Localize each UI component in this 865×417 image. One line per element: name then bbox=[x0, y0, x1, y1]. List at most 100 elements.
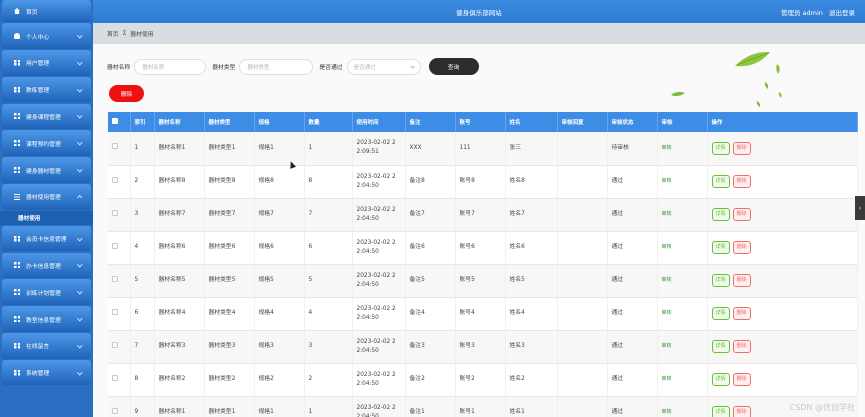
audit-link[interactable]: 审核 bbox=[662, 178, 672, 184]
row-select-cell[interactable] bbox=[108, 231, 131, 265]
detail-button[interactable]: 详情 bbox=[711, 373, 730, 386]
table-row[interactable]: 4 器材名称6 器材类型6 规格6 6 2023-02-02 2 2:04:50 备注6 账号… bbox=[108, 231, 858, 265]
detail-button[interactable]: 详情 bbox=[711, 274, 730, 287]
table-row[interactable]: 6 器材名称4 器材类型4 规格4 4 2023-02-02 2 2:04:50 备注4 账号… bbox=[108, 297, 858, 331]
delete-button[interactable]: 删除 bbox=[732, 241, 751, 254]
sidebar-item[interactable]: 健身课程管理 bbox=[2, 103, 91, 130]
row-checkbox[interactable] bbox=[112, 275, 118, 282]
cell-name: 器材名称8 bbox=[154, 165, 205, 199]
cell-person: 姓名5 bbox=[505, 264, 558, 298]
sidebar-item[interactable]: 教室信息管理 bbox=[2, 306, 91, 332]
sidebar-item[interactable]: 训练计划管理 bbox=[2, 279, 91, 305]
search-button[interactable]: 查询 bbox=[428, 58, 479, 75]
row-select-cell[interactable] bbox=[108, 165, 131, 199]
cell-qty: 8 bbox=[304, 165, 353, 199]
row-checkbox[interactable] bbox=[112, 308, 118, 315]
cell-account: 账号8 bbox=[455, 165, 506, 199]
batch-delete-button[interactable]: 删除 bbox=[109, 85, 144, 102]
row-checkbox[interactable] bbox=[112, 407, 118, 414]
delete-button[interactable]: 删除 bbox=[732, 175, 751, 188]
cell-reply bbox=[557, 198, 608, 232]
sidebar-item[interactable]: 首页 bbox=[2, 0, 91, 22]
row-select-cell[interactable] bbox=[108, 264, 131, 298]
table-row[interactable]: 7 器材名称3 器材类型3 规格3 3 2023-02-02 2 2:04:50 备注3 账号… bbox=[108, 330, 858, 364]
sidebar-item[interactable]: 在线留言 bbox=[2, 333, 91, 359]
audit-link[interactable]: 审核 bbox=[662, 277, 672, 283]
cell-account: 111 bbox=[455, 132, 506, 166]
row-select-cell[interactable] bbox=[108, 297, 131, 331]
delete-button[interactable]: 删除 bbox=[732, 307, 751, 320]
row-select-cell[interactable] bbox=[108, 198, 131, 232]
sidebar-item[interactable]: 教练管理 bbox=[2, 76, 91, 103]
sidebar-item-label: 教练管理 bbox=[26, 88, 50, 95]
sidebar-item-label: 办卡信息管理 bbox=[26, 263, 61, 270]
audit-link[interactable]: 审核 bbox=[662, 310, 672, 316]
row-select-cell[interactable] bbox=[108, 396, 131, 417]
name-input[interactable]: 器材名称 bbox=[134, 58, 207, 75]
detail-button[interactable]: 详情 bbox=[711, 406, 730, 417]
row-select-cell[interactable] bbox=[108, 330, 131, 364]
row-select-cell[interactable] bbox=[108, 132, 131, 166]
sidebar-item[interactable]: 会员卡信息管理 bbox=[2, 225, 91, 252]
row-checkbox[interactable] bbox=[112, 374, 118, 381]
cell-person: 姓名2 bbox=[505, 363, 558, 397]
delete-button[interactable]: 删除 bbox=[732, 373, 751, 386]
table-row[interactable]: 5 器材名称5 器材类型5 规格5 5 2023-02-02 2 2:04:50 备注5 账号… bbox=[108, 264, 858, 298]
row-checkbox[interactable] bbox=[112, 176, 118, 183]
sidebar-item[interactable]: 用户管理 bbox=[2, 50, 91, 76]
row-checkbox[interactable] bbox=[112, 341, 118, 348]
cell-account: 账号7 bbox=[455, 198, 506, 232]
side-collapse-tab[interactable]: ‹ bbox=[855, 196, 865, 220]
delete-button[interactable]: 删除 bbox=[732, 340, 751, 353]
sidebar-item[interactable]: 健身器材管理 bbox=[2, 157, 91, 183]
table-row[interactable]: 2 器材名称8 器材类型8 规格8 8 2023-02-02 2 2:04:50 备注8 账号… bbox=[108, 165, 858, 199]
table-row[interactable]: 3 器材名称7 器材类型7 规格7 7 2023-02-02 2 2:04:50 备注7 账号… bbox=[108, 198, 858, 232]
logout-link[interactable]: 退出登录 bbox=[829, 9, 855, 17]
delete-button[interactable]: 删除 bbox=[732, 141, 751, 155]
table-row[interactable]: 9 器材名称1 器材类型1 规格1 1 2023-02-02 2 2:04:50 备注1 账号… bbox=[108, 396, 858, 417]
sidebar-item[interactable]: 个人中心 bbox=[2, 23, 91, 49]
table-row[interactable]: 8 器材名称2 器材类型2 规格2 2 2023-02-02 2 2:04:50 备注2 账号… bbox=[108, 363, 858, 397]
row-checkbox[interactable] bbox=[112, 242, 118, 249]
audit-link[interactable]: 审核 bbox=[662, 376, 672, 382]
detail-button[interactable]: 详情 bbox=[711, 175, 730, 188]
audit-link[interactable]: 审核 bbox=[662, 343, 672, 349]
chevron-down-icon bbox=[76, 59, 82, 65]
table-row[interactable]: 1 器材名称1 器材类型1 规格1 1 2023-02-02 2 2:09:51 XXX 11… bbox=[108, 132, 858, 166]
audit-link[interactable]: 审核 bbox=[662, 244, 672, 250]
row-checkbox[interactable] bbox=[112, 143, 118, 150]
detail-button[interactable]: 详情 bbox=[711, 141, 730, 155]
name-label: 器材名称 bbox=[107, 65, 131, 71]
delete-button[interactable]: 删除 bbox=[732, 274, 751, 287]
column-header: 索引 bbox=[130, 112, 155, 132]
pass-select[interactable]: 是否通过 bbox=[346, 58, 421, 75]
delete-button[interactable]: 删除 bbox=[732, 208, 751, 221]
detail-button[interactable]: 详情 bbox=[711, 241, 730, 254]
chevron-down-icon bbox=[76, 262, 82, 268]
sidebar-item[interactable]: 器材使用管理 bbox=[2, 184, 91, 210]
row-select-cell[interactable] bbox=[108, 363, 131, 397]
select-all-cell[interactable] bbox=[108, 112, 131, 132]
sidebar-subitem-equipment-use[interactable]: 器材使用 bbox=[0, 210, 93, 225]
detail-button[interactable]: 详情 bbox=[711, 307, 730, 320]
cell-account: 账号1 bbox=[455, 396, 506, 417]
audit-link[interactable]: 审核 bbox=[662, 145, 672, 151]
sidebar-item[interactable]: 办卡信息管理 bbox=[2, 252, 91, 279]
cell-reply bbox=[557, 363, 608, 397]
cell-note: 备注8 bbox=[405, 165, 456, 199]
sidebar-item[interactable]: 系统管理 bbox=[2, 359, 91, 386]
row-checkbox[interactable] bbox=[112, 209, 118, 216]
detail-button[interactable]: 详情 bbox=[711, 340, 730, 353]
select-all-checkbox[interactable] bbox=[112, 118, 118, 124]
cell-account: 账号5 bbox=[455, 264, 506, 298]
leaves-decoration bbox=[671, 51, 782, 107]
cell-name: 器材名称3 bbox=[154, 330, 205, 364]
audit-link[interactable]: 审核 bbox=[662, 211, 672, 217]
delete-button[interactable]: 删除 bbox=[732, 406, 751, 417]
sidebar-item[interactable]: 课程预约管理 bbox=[2, 130, 91, 156]
breadcrumb-home[interactable]: 首页 bbox=[107, 29, 119, 38]
cell-type: 器材类型8 bbox=[204, 165, 255, 199]
detail-button[interactable]: 详情 bbox=[711, 208, 730, 221]
audit-link[interactable]: 审核 bbox=[662, 409, 672, 415]
type-input[interactable]: 器材类型 bbox=[239, 58, 314, 75]
